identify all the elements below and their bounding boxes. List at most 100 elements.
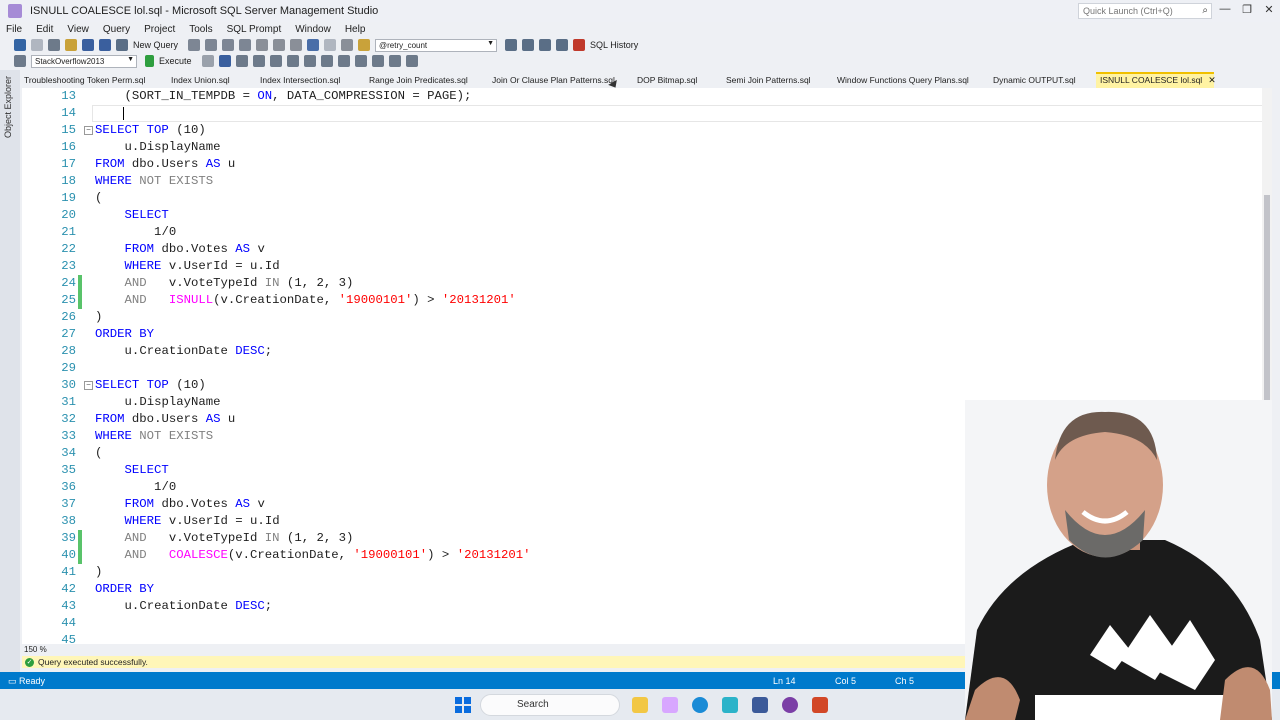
uncomment-icon[interactable] — [354, 55, 367, 67]
menu-window[interactable]: Window — [295, 24, 331, 35]
zoom-level[interactable]: 150 % — [24, 645, 47, 654]
code-line[interactable]: 14 — [22, 105, 1272, 122]
execute-icon[interactable] — [145, 55, 154, 67]
code-line[interactable]: 18 WHERE NOT EXISTS — [22, 173, 1272, 190]
toolbox-icon[interactable] — [539, 39, 552, 51]
collapse-icon[interactable]: − — [84, 126, 93, 135]
code-line[interactable]: 25 AND ISNULL(v.CreationDate, '19000101'… — [22, 292, 1272, 309]
tab-semi-join-patterns[interactable]: Semi Join Patterns.sql — [722, 72, 833, 89]
include-actual-plan-icon[interactable] — [269, 55, 282, 67]
tab-index-union[interactable]: Index Union.sql — [167, 72, 256, 89]
code-line[interactable]: 29 — [22, 360, 1272, 377]
specify-values-icon[interactable] — [405, 55, 418, 67]
close-button[interactable]: ✕ — [1258, 3, 1280, 19]
minimize-button[interactable]: — — [1214, 3, 1236, 19]
paste-icon[interactable] — [290, 39, 303, 51]
database-selector[interactable]: StackOverflow2013 ▼ — [31, 54, 137, 68]
open-file-icon[interactable] — [65, 39, 77, 51]
execute-button[interactable]: Execute — [159, 56, 192, 66]
code-line[interactable]: 16 u.DisplayName — [22, 139, 1272, 156]
results-to-grid-icon[interactable] — [286, 55, 299, 67]
code-line[interactable]: 20 SELECT — [22, 207, 1272, 224]
new-query-icon[interactable] — [116, 39, 128, 51]
new-query-button[interactable]: New Query — [133, 40, 178, 50]
xmla-query-icon[interactable] — [239, 39, 252, 51]
github-desktop-icon[interactable] — [782, 697, 798, 713]
scrollbar-thumb[interactable] — [1264, 195, 1270, 415]
menu-sql-prompt[interactable]: SQL Prompt — [227, 24, 282, 35]
menu-query[interactable]: Query — [103, 24, 130, 35]
code-line[interactable]: 28 u.CreationDate DESC; — [22, 343, 1272, 360]
line-number: 38 — [61, 514, 76, 528]
estimated-plan-icon[interactable] — [235, 55, 248, 67]
code-line[interactable]: 24 AND v.VoteTypeId IN (1, 2, 3) — [22, 275, 1272, 292]
find-icon[interactable] — [358, 39, 371, 51]
db-engine-query-icon[interactable] — [188, 39, 201, 51]
menu-view[interactable]: View — [67, 24, 89, 35]
parse-icon[interactable] — [218, 55, 231, 67]
taskbar-search[interactable]: Search — [480, 694, 620, 716]
code-line[interactable]: 15− SELECT TOP (10) — [22, 122, 1272, 139]
back-icon[interactable] — [14, 39, 26, 51]
tab-window-functions[interactable]: Window Functions Query Plans.sql — [833, 72, 989, 89]
code-line[interactable]: 27 ORDER BY — [22, 326, 1272, 343]
code-line[interactable]: 21 1/0 — [22, 224, 1272, 241]
menu-help[interactable]: Help — [345, 24, 366, 35]
tab-dop-bitmap[interactable]: DOP Bitmap.sql — [633, 72, 722, 89]
copy-icon[interactable] — [273, 39, 286, 51]
save-icon[interactable] — [82, 39, 94, 51]
forward-icon[interactable] — [31, 39, 43, 51]
solution-explorer-icon[interactable] — [341, 39, 354, 51]
code-line[interactable]: 17 FROM dbo.Users AS u — [22, 156, 1272, 173]
results-to-file-icon[interactable] — [320, 55, 333, 67]
code-line[interactable]: 23 WHERE v.UserId = u.Id — [22, 258, 1272, 275]
tab-dynamic-output[interactable]: Dynamic OUTPUT.sql — [989, 72, 1096, 89]
intellisense-icon[interactable] — [252, 55, 265, 67]
menu-file[interactable]: File — [6, 24, 22, 35]
powerpoint-icon[interactable] — [812, 697, 828, 713]
menu-edit[interactable]: Edit — [36, 24, 53, 35]
tab-isnull-coalesce[interactable]: ISNULL COALESCE lol.sql ✕ — [1096, 72, 1216, 89]
ssms-taskbar-icon[interactable] — [662, 697, 678, 713]
code-line[interactable]: 30− SELECT TOP (10) — [22, 377, 1272, 394]
code-line[interactable]: 19 ( — [22, 190, 1272, 207]
decrease-indent-icon[interactable] — [371, 55, 384, 67]
quick-launch-input[interactable]: Quick Launch (Ctrl+Q) ⌕ — [1078, 3, 1212, 19]
windows-start-icon[interactable] — [455, 697, 471, 713]
tab-index-intersection[interactable]: Index Intersection.sql — [256, 72, 365, 89]
tab-troubleshooting-token-perm[interactable]: Troubleshooting Token Perm.sql — [20, 72, 167, 89]
code-line[interactable]: 22 FROM dbo.Votes AS v — [22, 241, 1272, 258]
menu-project[interactable]: Project — [144, 24, 175, 35]
collapse-icon[interactable]: − — [84, 381, 93, 390]
code-line[interactable]: 26) — [22, 309, 1272, 326]
save-all-icon[interactable] — [99, 39, 111, 51]
app-icon[interactable] — [752, 697, 768, 713]
tab-range-join-predicates[interactable]: Range Join Predicates.sql — [365, 72, 488, 89]
mdx-query-icon[interactable] — [222, 39, 235, 51]
connect-icon[interactable] — [14, 55, 26, 67]
azure-data-studio-icon[interactable] — [722, 697, 738, 713]
redo-icon[interactable] — [324, 39, 337, 51]
window-layout-icon[interactable] — [556, 39, 569, 51]
close-tab-icon[interactable]: ✕ — [1208, 75, 1216, 85]
sql-history-icon[interactable] — [573, 39, 586, 51]
analysis-query-icon[interactable] — [205, 39, 218, 51]
sql-history-button[interactable]: SQL History — [590, 40, 638, 50]
menu-tools[interactable]: Tools — [189, 24, 212, 35]
results-to-text-icon[interactable] — [303, 55, 316, 67]
find-combo[interactable]: @retry_count ▼ — [375, 38, 498, 52]
wrench-icon[interactable] — [522, 39, 535, 51]
edge-icon[interactable] — [692, 697, 708, 713]
code-line[interactable]: 13 (SORT_IN_TEMPDB = ON, DATA_COMPRESSIO… — [22, 88, 1272, 105]
comment-icon[interactable] — [337, 55, 350, 67]
new-project-icon[interactable] — [48, 39, 60, 51]
maximize-button[interactable]: ❐ — [1236, 3, 1258, 19]
properties-icon[interactable] — [505, 39, 518, 51]
file-explorer-icon[interactable] — [632, 697, 648, 713]
undo-icon[interactable] — [307, 39, 320, 51]
object-explorer-tab[interactable]: Object Explorer — [0, 70, 20, 672]
cut-icon[interactable] — [256, 39, 269, 51]
database-selector-value: StackOverflow2013 — [35, 56, 105, 66]
stop-icon[interactable] — [201, 55, 214, 67]
increase-indent-icon[interactable] — [388, 55, 401, 67]
